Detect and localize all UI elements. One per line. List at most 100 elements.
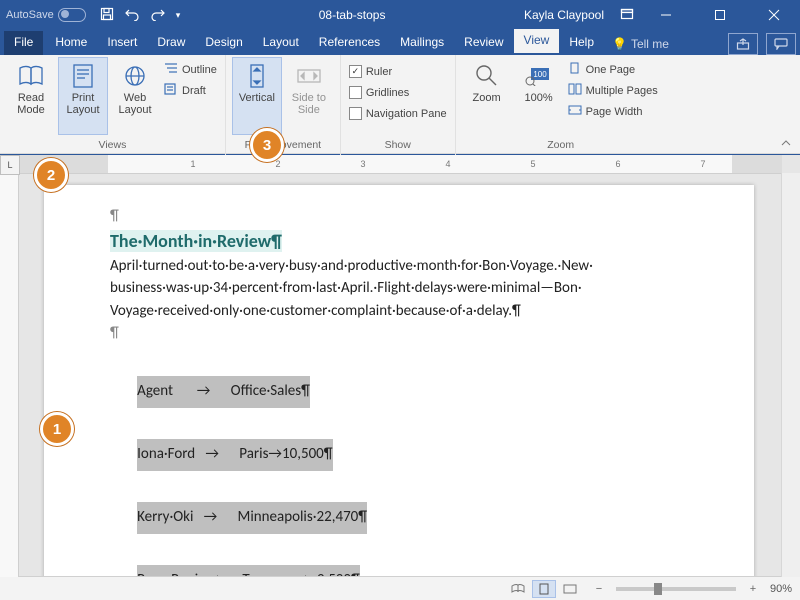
- vertical-scrollbar[interactable]: [781, 173, 800, 577]
- save-icon[interactable]: [100, 7, 114, 24]
- zoom-icon: [473, 62, 501, 90]
- web-layout-icon: [121, 62, 149, 90]
- one-page-button[interactable]: One Page: [566, 61, 660, 78]
- read-mode-label: Read Mode: [7, 92, 55, 116]
- multi-pages-button[interactable]: Multiple Pages: [566, 82, 660, 99]
- print-layout-icon: [69, 62, 97, 90]
- web-layout-button[interactable]: Web Layout: [110, 57, 160, 135]
- title-bar: AutoSave ▾ 08-tab-stops Kayla Claypool: [0, 0, 800, 30]
- navpane-label: Navigation Pane: [366, 108, 447, 120]
- autosave-toggle[interactable]: AutoSave: [6, 8, 86, 22]
- ribbon: Read Mode Print Layout Web Layout Outlin…: [0, 55, 800, 154]
- outline-label: Outline: [182, 64, 217, 76]
- read-view-icon[interactable]: [506, 580, 530, 598]
- one-page-icon: [568, 62, 582, 77]
- table-row: Agent → Office·Sales¶: [137, 376, 310, 408]
- group-views-label: Views: [99, 138, 127, 153]
- svg-text:100: 100: [533, 70, 547, 79]
- draft-button[interactable]: Draft: [162, 82, 219, 99]
- lightbulb-icon: 💡: [612, 37, 627, 51]
- body-line-2: business·was·up·34·percent·from·last·Apr…: [110, 277, 726, 300]
- tab-view[interactable]: View: [514, 29, 560, 55]
- share-button[interactable]: [728, 33, 758, 55]
- side-to-side-label: Side to Side: [285, 92, 333, 116]
- side-to-side-icon: [295, 62, 323, 90]
- autosave-switch-icon[interactable]: [58, 8, 86, 22]
- redo-icon[interactable]: [150, 7, 166, 24]
- web-view-icon[interactable]: [558, 580, 582, 598]
- body-line-1: April·turned·out·to·be·a·very·busy·and·p…: [110, 255, 726, 278]
- ribbon-tabs: File Home Insert Draw Design Layout Refe…: [0, 30, 800, 55]
- tab-draw[interactable]: Draw: [147, 31, 195, 55]
- checkbox-icon: [349, 107, 362, 120]
- document-page[interactable]: ¶ The·Month·in·Review¶ April·turned·out·…: [44, 185, 754, 600]
- multi-pages-icon: [568, 83, 582, 98]
- comments-button[interactable]: [766, 33, 796, 55]
- callout-3: 3: [250, 128, 284, 162]
- document-title: 08-tab-stops: [180, 8, 524, 22]
- tell-me-label: Tell me: [631, 37, 669, 51]
- group-show-label: Show: [385, 138, 411, 153]
- horizontal-ruler[interactable]: 1 2 3 4 5 6 7: [18, 155, 782, 174]
- side-to-side-button[interactable]: Side to Side: [284, 57, 334, 135]
- zoom-button[interactable]: Zoom: [462, 57, 512, 135]
- hundred-button[interactable]: 100 100%: [514, 57, 564, 135]
- user-name[interactable]: Kayla Claypool: [524, 8, 604, 22]
- print-view-icon[interactable]: [532, 580, 556, 598]
- vertical-ruler[interactable]: [0, 173, 19, 577]
- gridlines-checkbox[interactable]: Gridlines: [347, 84, 449, 101]
- navpane-checkbox[interactable]: Navigation Pane: [347, 105, 449, 122]
- collapse-ribbon-icon[interactable]: [778, 135, 794, 151]
- zoom-label: Zoom: [473, 92, 501, 104]
- vertical-button[interactable]: Vertical: [232, 57, 282, 135]
- zoom-percent[interactable]: 90%: [770, 583, 792, 595]
- close-button[interactable]: [752, 0, 796, 30]
- zoom-slider-knob[interactable]: [654, 583, 662, 595]
- table-row: Iona·Ford → Paris→10,500¶: [137, 439, 332, 471]
- zoom-in-button[interactable]: +: [746, 583, 760, 595]
- ruler-checkbox[interactable]: ✓ Ruler: [347, 63, 449, 80]
- tab-review[interactable]: Review: [454, 31, 513, 55]
- zoom-slider[interactable]: [616, 587, 736, 591]
- vertical-icon: [243, 62, 271, 90]
- heading-text: The·Month·in·Review¶: [110, 230, 282, 252]
- web-layout-label: Web Layout: [111, 92, 159, 116]
- tell-me-search[interactable]: 💡 Tell me: [604, 33, 677, 55]
- print-layout-button[interactable]: Print Layout: [58, 57, 108, 135]
- body-line-3: Voyage·received·only·one·customer·compla…: [110, 300, 726, 323]
- group-show: ✓ Ruler Gridlines Navigation Pane Show: [341, 55, 456, 155]
- minimize-button[interactable]: [644, 0, 688, 30]
- zoom-out-button[interactable]: −: [592, 583, 606, 595]
- tab-design[interactable]: Design: [195, 31, 252, 55]
- group-zoom: Zoom 100 100% One Page Multiple Pages Pa…: [456, 55, 666, 155]
- page-width-button[interactable]: Page Width: [566, 103, 660, 120]
- group-zoom-label: Zoom: [547, 138, 574, 153]
- callout-1: 1: [40, 412, 74, 446]
- paragraph-mark: ¶: [110, 207, 119, 225]
- workspace: L 1 2 3 4 5 6 7 ¶ The·Month·in·Review¶ A…: [0, 155, 800, 577]
- hundred-label: 100%: [525, 92, 553, 104]
- ruler-label: Ruler: [366, 66, 392, 78]
- multi-pages-label: Multiple Pages: [586, 85, 658, 97]
- page-width-label: Page Width: [586, 106, 643, 118]
- maximize-button[interactable]: [698, 0, 742, 30]
- tab-help[interactable]: Help: [559, 31, 604, 55]
- tab-selector[interactable]: L: [0, 155, 20, 175]
- table-row: Kerry·Oki → Minneapolis·22,470¶: [137, 502, 367, 534]
- undo-icon[interactable]: [124, 7, 140, 24]
- read-mode-button[interactable]: Read Mode: [6, 57, 56, 135]
- tab-file[interactable]: File: [4, 31, 43, 55]
- checkbox-checked-icon: ✓: [349, 65, 362, 78]
- tab-home[interactable]: Home: [45, 31, 97, 55]
- print-layout-label: Print Layout: [59, 92, 107, 116]
- vertical-label: Vertical: [239, 92, 275, 104]
- ribbon-options-icon[interactable]: [620, 7, 634, 24]
- read-mode-icon: [17, 62, 45, 90]
- outline-button[interactable]: Outline: [162, 61, 219, 78]
- tab-layout[interactable]: Layout: [253, 31, 309, 55]
- tab-references[interactable]: References: [309, 31, 390, 55]
- tab-mailings[interactable]: Mailings: [390, 31, 454, 55]
- hundred-icon: 100: [525, 62, 553, 90]
- tab-insert[interactable]: Insert: [97, 31, 147, 55]
- draft-icon: [164, 83, 178, 98]
